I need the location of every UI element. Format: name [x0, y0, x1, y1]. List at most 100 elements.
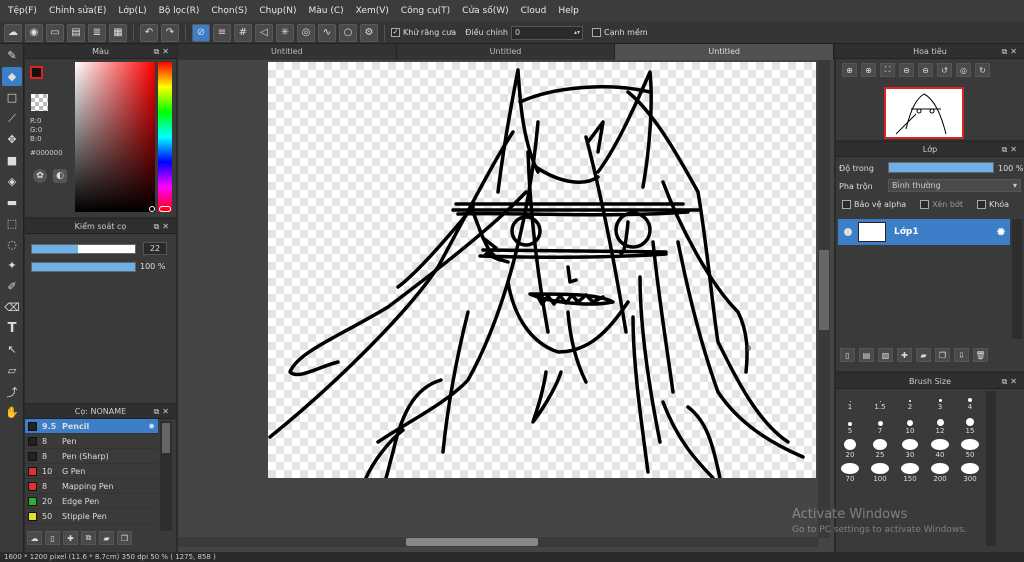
- clipping-checkbox[interactable]: Xén bớt: [920, 200, 963, 209]
- foreground-color-swatch[interactable]: [30, 66, 43, 79]
- move-tool-icon[interactable]: ✥: [2, 130, 22, 149]
- new-1bit-layer-icon[interactable]: ▧: [878, 348, 893, 362]
- brush-opacity-slider[interactable]: [31, 262, 136, 272]
- grid-icon[interactable]: ▦: [109, 23, 127, 42]
- palette-icon[interactable]: ✿: [33, 169, 47, 183]
- brush-size-option[interactable]: 20: [836, 439, 864, 459]
- zoom-out-icon[interactable]: ⊖: [899, 63, 914, 77]
- comment-icon[interactable]: ▭: [46, 23, 64, 42]
- text-tool-icon[interactable]: T: [2, 319, 22, 338]
- brush-size-option[interactable]: 4: [956, 391, 984, 411]
- duplicate-layer-icon[interactable]: ❐: [935, 348, 950, 362]
- hue-slider[interactable]: [158, 62, 172, 212]
- brush-size-option[interactable]: 1.5: [866, 391, 894, 411]
- layer-folder-icon[interactable]: ▰: [916, 348, 931, 362]
- snap-parallel-icon[interactable]: ≡: [213, 23, 231, 42]
- brush-size-option[interactable]: 7: [866, 415, 894, 435]
- hue-handle[interactable]: [159, 206, 171, 212]
- copy-brush-icon[interactable]: ⧉: [81, 531, 96, 545]
- brush-size-option[interactable]: 10: [896, 415, 924, 435]
- menu-edit[interactable]: Chỉnh sửa(E): [43, 6, 112, 16]
- rotate-reset-icon[interactable]: ◎: [956, 63, 971, 77]
- layer-opacity-slider[interactable]: [888, 162, 994, 173]
- visibility-icon[interactable]: [844, 228, 852, 236]
- menu-view[interactable]: Xem(V): [350, 6, 395, 16]
- snap-perspective-icon[interactable]: ◁: [255, 23, 273, 42]
- snap-curve-icon[interactable]: ∿: [318, 23, 336, 42]
- rect-tool-icon[interactable]: □: [2, 88, 22, 107]
- rotate-left-icon[interactable]: ↺: [937, 63, 952, 77]
- redo-icon[interactable]: ↷: [161, 23, 179, 42]
- brush-size-slider[interactable]: [31, 244, 136, 254]
- trash-icon[interactable]: 🗑: [973, 348, 988, 362]
- saturation-value-picker[interactable]: [75, 62, 155, 212]
- brush-list-item[interactable]: 20 Edge Pen: [25, 494, 158, 509]
- panel-controls-icon[interactable]: ⧉✕: [154, 220, 172, 234]
- no-snap-icon[interactable]: ⊘: [192, 23, 210, 42]
- transparent-color-swatch[interactable]: [31, 94, 48, 111]
- lasso-tool-icon[interactable]: ◌: [2, 235, 22, 254]
- lock-checkbox[interactable]: Khóa: [976, 200, 1009, 209]
- brush-size-option[interactable]: 100: [866, 463, 894, 483]
- brush-size-option[interactable]: 200: [926, 463, 954, 483]
- menu-layer[interactable]: Lớp(L): [112, 6, 152, 16]
- zoom-in-icon[interactable]: ⊕: [842, 63, 857, 77]
- menu-capture[interactable]: Chụp(N): [253, 6, 302, 16]
- panel-controls-icon[interactable]: ⧉✕: [1002, 45, 1020, 59]
- brush-list-item[interactable]: 10 G Pen: [25, 464, 158, 479]
- brush-size-option[interactable]: 70: [836, 463, 864, 483]
- brush-list-item[interactable]: 8 Pen: [25, 434, 158, 449]
- menu-file[interactable]: Tệp(F): [2, 6, 43, 16]
- brush-tool-icon[interactable]: ✎: [2, 46, 22, 65]
- brush-list-item[interactable]: 8 Pen (Sharp): [25, 449, 158, 464]
- brush-size-option[interactable]: 5: [836, 415, 864, 435]
- brush-size-option[interactable]: 12: [926, 415, 954, 435]
- cloud-icon[interactable]: ☁: [4, 23, 22, 42]
- panel-controls-icon[interactable]: ⧉✕: [154, 405, 172, 419]
- zoom-in-alt-icon[interactable]: ⊕: [861, 63, 876, 77]
- brush-size-option[interactable]: 150: [896, 463, 924, 483]
- gradient-tool-icon[interactable]: ▬: [2, 193, 22, 212]
- merge-layer-icon[interactable]: ⇩: [954, 348, 969, 362]
- chat-icon[interactable]: ◉: [25, 23, 43, 42]
- menu-help[interactable]: Help: [552, 6, 585, 16]
- gear-icon[interactable]: ✹: [148, 422, 155, 431]
- add-layer-menu-icon[interactable]: ✚: [897, 348, 912, 362]
- menu-color[interactable]: Màu (C): [303, 6, 350, 16]
- spin-icon[interactable]: ▴▾: [574, 27, 580, 39]
- brush-size-scrollbar[interactable]: [986, 391, 996, 546]
- blend-mode-select[interactable]: Bình thường ▾: [888, 179, 1021, 192]
- new-brush-icon[interactable]: ▯: [45, 531, 60, 545]
- hand-tool-icon[interactable]: ✋: [2, 403, 22, 422]
- duplicate-icon[interactable]: ❐: [117, 531, 132, 545]
- brush-list-item[interactable]: 8 Mapping Pen: [25, 479, 158, 494]
- brush-cloud-icon[interactable]: ☁: [27, 531, 42, 545]
- snap-grid-icon[interactable]: #: [234, 23, 252, 42]
- layer-scrollbar[interactable]: [1012, 219, 1022, 339]
- color-picker-handle[interactable]: [149, 206, 155, 212]
- list-icon[interactable]: ≣: [88, 23, 106, 42]
- brush-size-option[interactable]: 15: [956, 415, 984, 435]
- menu-window[interactable]: Cửa số(W): [456, 6, 514, 16]
- antialias-checkbox[interactable]: ✓ Khử răng cưa: [391, 28, 456, 37]
- soft-edge-checkbox[interactable]: Cạnh mềm: [591, 28, 648, 37]
- operation-tool-icon[interactable]: ↖: [2, 340, 22, 359]
- scroll-thumb[interactable]: [406, 538, 538, 546]
- panel-controls-icon[interactable]: ⧉✕: [1002, 375, 1020, 389]
- protect-alpha-checkbox[interactable]: Bảo vệ alpha: [842, 200, 906, 209]
- snap-radial-icon[interactable]: ✳: [276, 23, 294, 42]
- panel-icon[interactable]: ▤: [67, 23, 85, 42]
- brush-size-option[interactable]: 25: [866, 439, 894, 459]
- snap-settings-icon[interactable]: ⚙: [360, 23, 378, 42]
- snap-ellipse-icon[interactable]: ○: [339, 23, 357, 42]
- layer-item[interactable]: Lớp1 ✹: [838, 219, 1010, 245]
- brush-size-option[interactable]: 1: [836, 391, 864, 411]
- menu-filter[interactable]: Bộ lọc(R): [153, 6, 206, 16]
- brush-size-option[interactable]: 3: [926, 391, 954, 411]
- new-layer-icon[interactable]: ▯: [840, 348, 855, 362]
- zoom-out-alt-icon[interactable]: ⊖: [918, 63, 933, 77]
- tab-untitled-3[interactable]: Untitled: [615, 44, 835, 60]
- canvas-horizontal-scrollbar[interactable]: [178, 537, 818, 547]
- tab-untitled-2[interactable]: Untitled: [397, 44, 616, 60]
- line-tool-icon[interactable]: ⟋: [2, 109, 22, 128]
